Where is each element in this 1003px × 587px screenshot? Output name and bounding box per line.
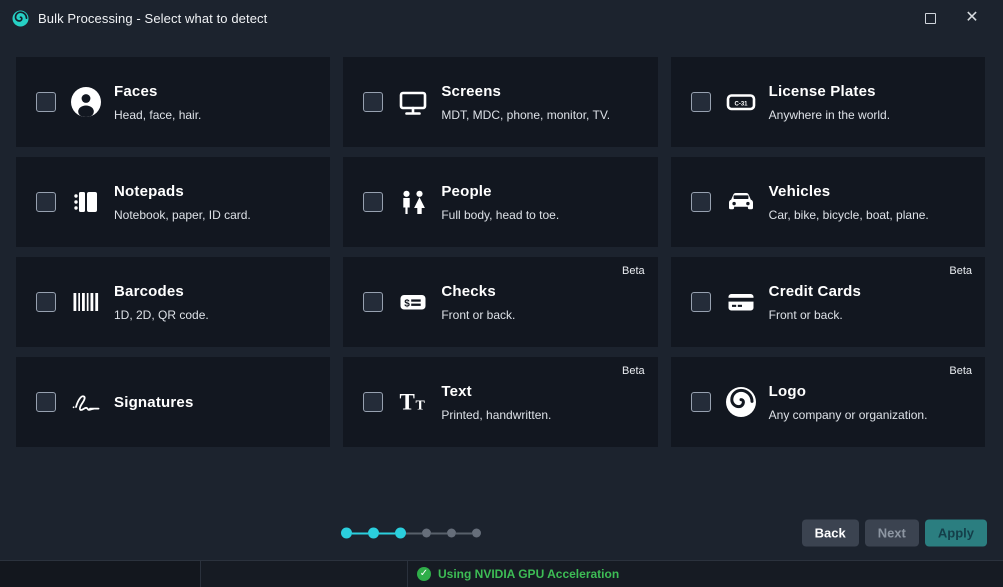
maximize-button[interactable] <box>909 3 951 33</box>
vehicle-icon <box>720 184 762 220</box>
notepad-icon <box>65 184 107 220</box>
step-connector <box>406 532 422 534</box>
card-barcodes[interactable]: Barcodes 1D, 2D, QR code. <box>16 257 330 347</box>
green-check-icon: ✓ <box>417 567 431 581</box>
card-title: Signatures <box>114 394 194 411</box>
beta-badge: Beta <box>622 365 645 377</box>
beta-badge: Beta <box>949 265 972 277</box>
step-dot-2 <box>368 528 379 539</box>
step-connector <box>456 532 472 534</box>
vehicles-checkbox[interactable] <box>691 192 711 212</box>
checks-checkbox[interactable] <box>363 292 383 312</box>
credit-card-icon <box>720 284 762 320</box>
bulk-processing-window: Bulk Processing - Select what to detect … <box>0 0 1003 587</box>
card-screens[interactable]: Screens MDT, MDC, phone, monitor, TV. <box>343 57 657 147</box>
text-icon: TT <box>392 384 434 420</box>
notepads-checkbox[interactable] <box>36 192 56 212</box>
card-notepads[interactable]: Notepads Notebook, paper, ID card. <box>16 157 330 247</box>
card-subtitle: MDT, MDC, phone, monitor, TV. <box>441 108 610 122</box>
card-subtitle: Anywhere in the world. <box>769 108 890 122</box>
card-title: Vehicles <box>769 183 929 200</box>
card-title: Credit Cards <box>769 283 861 300</box>
gpu-status-text: Using NVIDIA GPU Acceleration <box>438 567 619 581</box>
beta-badge: Beta <box>622 265 645 277</box>
card-subtitle: Printed, handwritten. <box>441 408 551 422</box>
app-logo-icon <box>12 10 29 27</box>
credit-cards-checkbox[interactable] <box>691 292 711 312</box>
window-title: Bulk Processing - Select what to detect <box>38 11 267 26</box>
card-title: Checks <box>441 283 515 300</box>
next-button[interactable]: Next <box>865 520 919 547</box>
card-logo[interactable]: Logo Any company or organization. Beta <box>671 357 985 447</box>
step-dot-5 <box>447 529 456 538</box>
maximize-icon <box>925 13 936 24</box>
close-icon: ✕ <box>965 10 978 26</box>
card-subtitle: Full body, head to toe. <box>441 208 559 222</box>
step-dot-3 <box>395 528 406 539</box>
card-text[interactable]: TT Text Printed, handwritten. Beta <box>343 357 657 447</box>
signatures-checkbox[interactable] <box>36 392 56 412</box>
card-license-plates[interactable]: C-31 License Plates Anywhere in the worl… <box>671 57 985 147</box>
beta-badge: Beta <box>949 365 972 377</box>
signature-icon <box>65 384 107 420</box>
step-dot-6 <box>472 529 481 538</box>
license-plates-checkbox[interactable] <box>691 92 711 112</box>
screen-icon <box>392 84 434 120</box>
card-subtitle: Notebook, paper, ID card. <box>114 208 251 222</box>
card-title: Logo <box>769 383 928 400</box>
license-plate-icon: C-31 <box>720 84 762 120</box>
card-signatures[interactable]: Signatures <box>16 357 330 447</box>
people-checkbox[interactable] <box>363 192 383 212</box>
step-connector <box>352 532 368 534</box>
svg-text:T: T <box>400 390 415 415</box>
text-checkbox[interactable] <box>363 392 383 412</box>
close-button[interactable]: ✕ <box>951 3 993 33</box>
back-button[interactable]: Back <box>802 520 859 547</box>
status-bar-divider <box>407 561 408 587</box>
card-title: Barcodes <box>114 283 209 300</box>
card-title: Notepads <box>114 183 251 200</box>
card-subtitle: Car, bike, bicycle, boat, plane. <box>769 208 929 222</box>
logo-swirl-icon <box>720 384 762 420</box>
screens-checkbox[interactable] <box>363 92 383 112</box>
card-title: Faces <box>114 83 201 100</box>
svg-text:C-31: C-31 <box>734 101 748 107</box>
detection-options-grid: Faces Head, face, hair. Screens MDT, MDC… <box>0 57 1003 447</box>
svg-text:T: T <box>416 399 426 414</box>
apply-button[interactable]: Apply <box>925 520 987 547</box>
footer-bar: Back Next Apply <box>0 506 1003 560</box>
step-dot-1 <box>341 528 352 539</box>
card-subtitle: 1D, 2D, QR code. <box>114 308 209 322</box>
people-icon <box>392 184 434 220</box>
card-subtitle: Front or back. <box>769 308 861 322</box>
check-money-icon: $ <box>392 284 434 320</box>
logo-checkbox[interactable] <box>691 392 711 412</box>
status-bar: ✓ Using NVIDIA GPU Acceleration <box>0 560 1003 587</box>
wizard-step-indicator <box>341 528 481 539</box>
barcodes-checkbox[interactable] <box>36 292 56 312</box>
card-vehicles[interactable]: Vehicles Car, bike, bicycle, boat, plane… <box>671 157 985 247</box>
card-faces[interactable]: Faces Head, face, hair. <box>16 57 330 147</box>
card-credit-cards[interactable]: Credit Cards Front or back. Beta <box>671 257 985 347</box>
card-subtitle: Front or back. <box>441 308 515 322</box>
card-people[interactable]: People Full body, head to toe. <box>343 157 657 247</box>
card-title: License Plates <box>769 83 890 100</box>
card-title: Text <box>441 383 551 400</box>
step-dot-4 <box>422 529 431 538</box>
card-title: People <box>441 183 559 200</box>
barcode-icon <box>65 284 107 320</box>
step-connector <box>431 532 447 534</box>
card-subtitle: Head, face, hair. <box>114 108 201 122</box>
faces-checkbox[interactable] <box>36 92 56 112</box>
status-bar-segment <box>0 561 201 587</box>
face-icon <box>65 84 107 120</box>
step-connector <box>379 532 395 534</box>
title-bar: Bulk Processing - Select what to detect … <box>0 0 1003 36</box>
card-subtitle: Any company or organization. <box>769 408 928 422</box>
svg-text:$: $ <box>405 299 411 310</box>
card-checks[interactable]: $ Checks Front or back. Beta <box>343 257 657 347</box>
gpu-status: ✓ Using NVIDIA GPU Acceleration <box>417 561 619 587</box>
card-title: Screens <box>441 83 610 100</box>
